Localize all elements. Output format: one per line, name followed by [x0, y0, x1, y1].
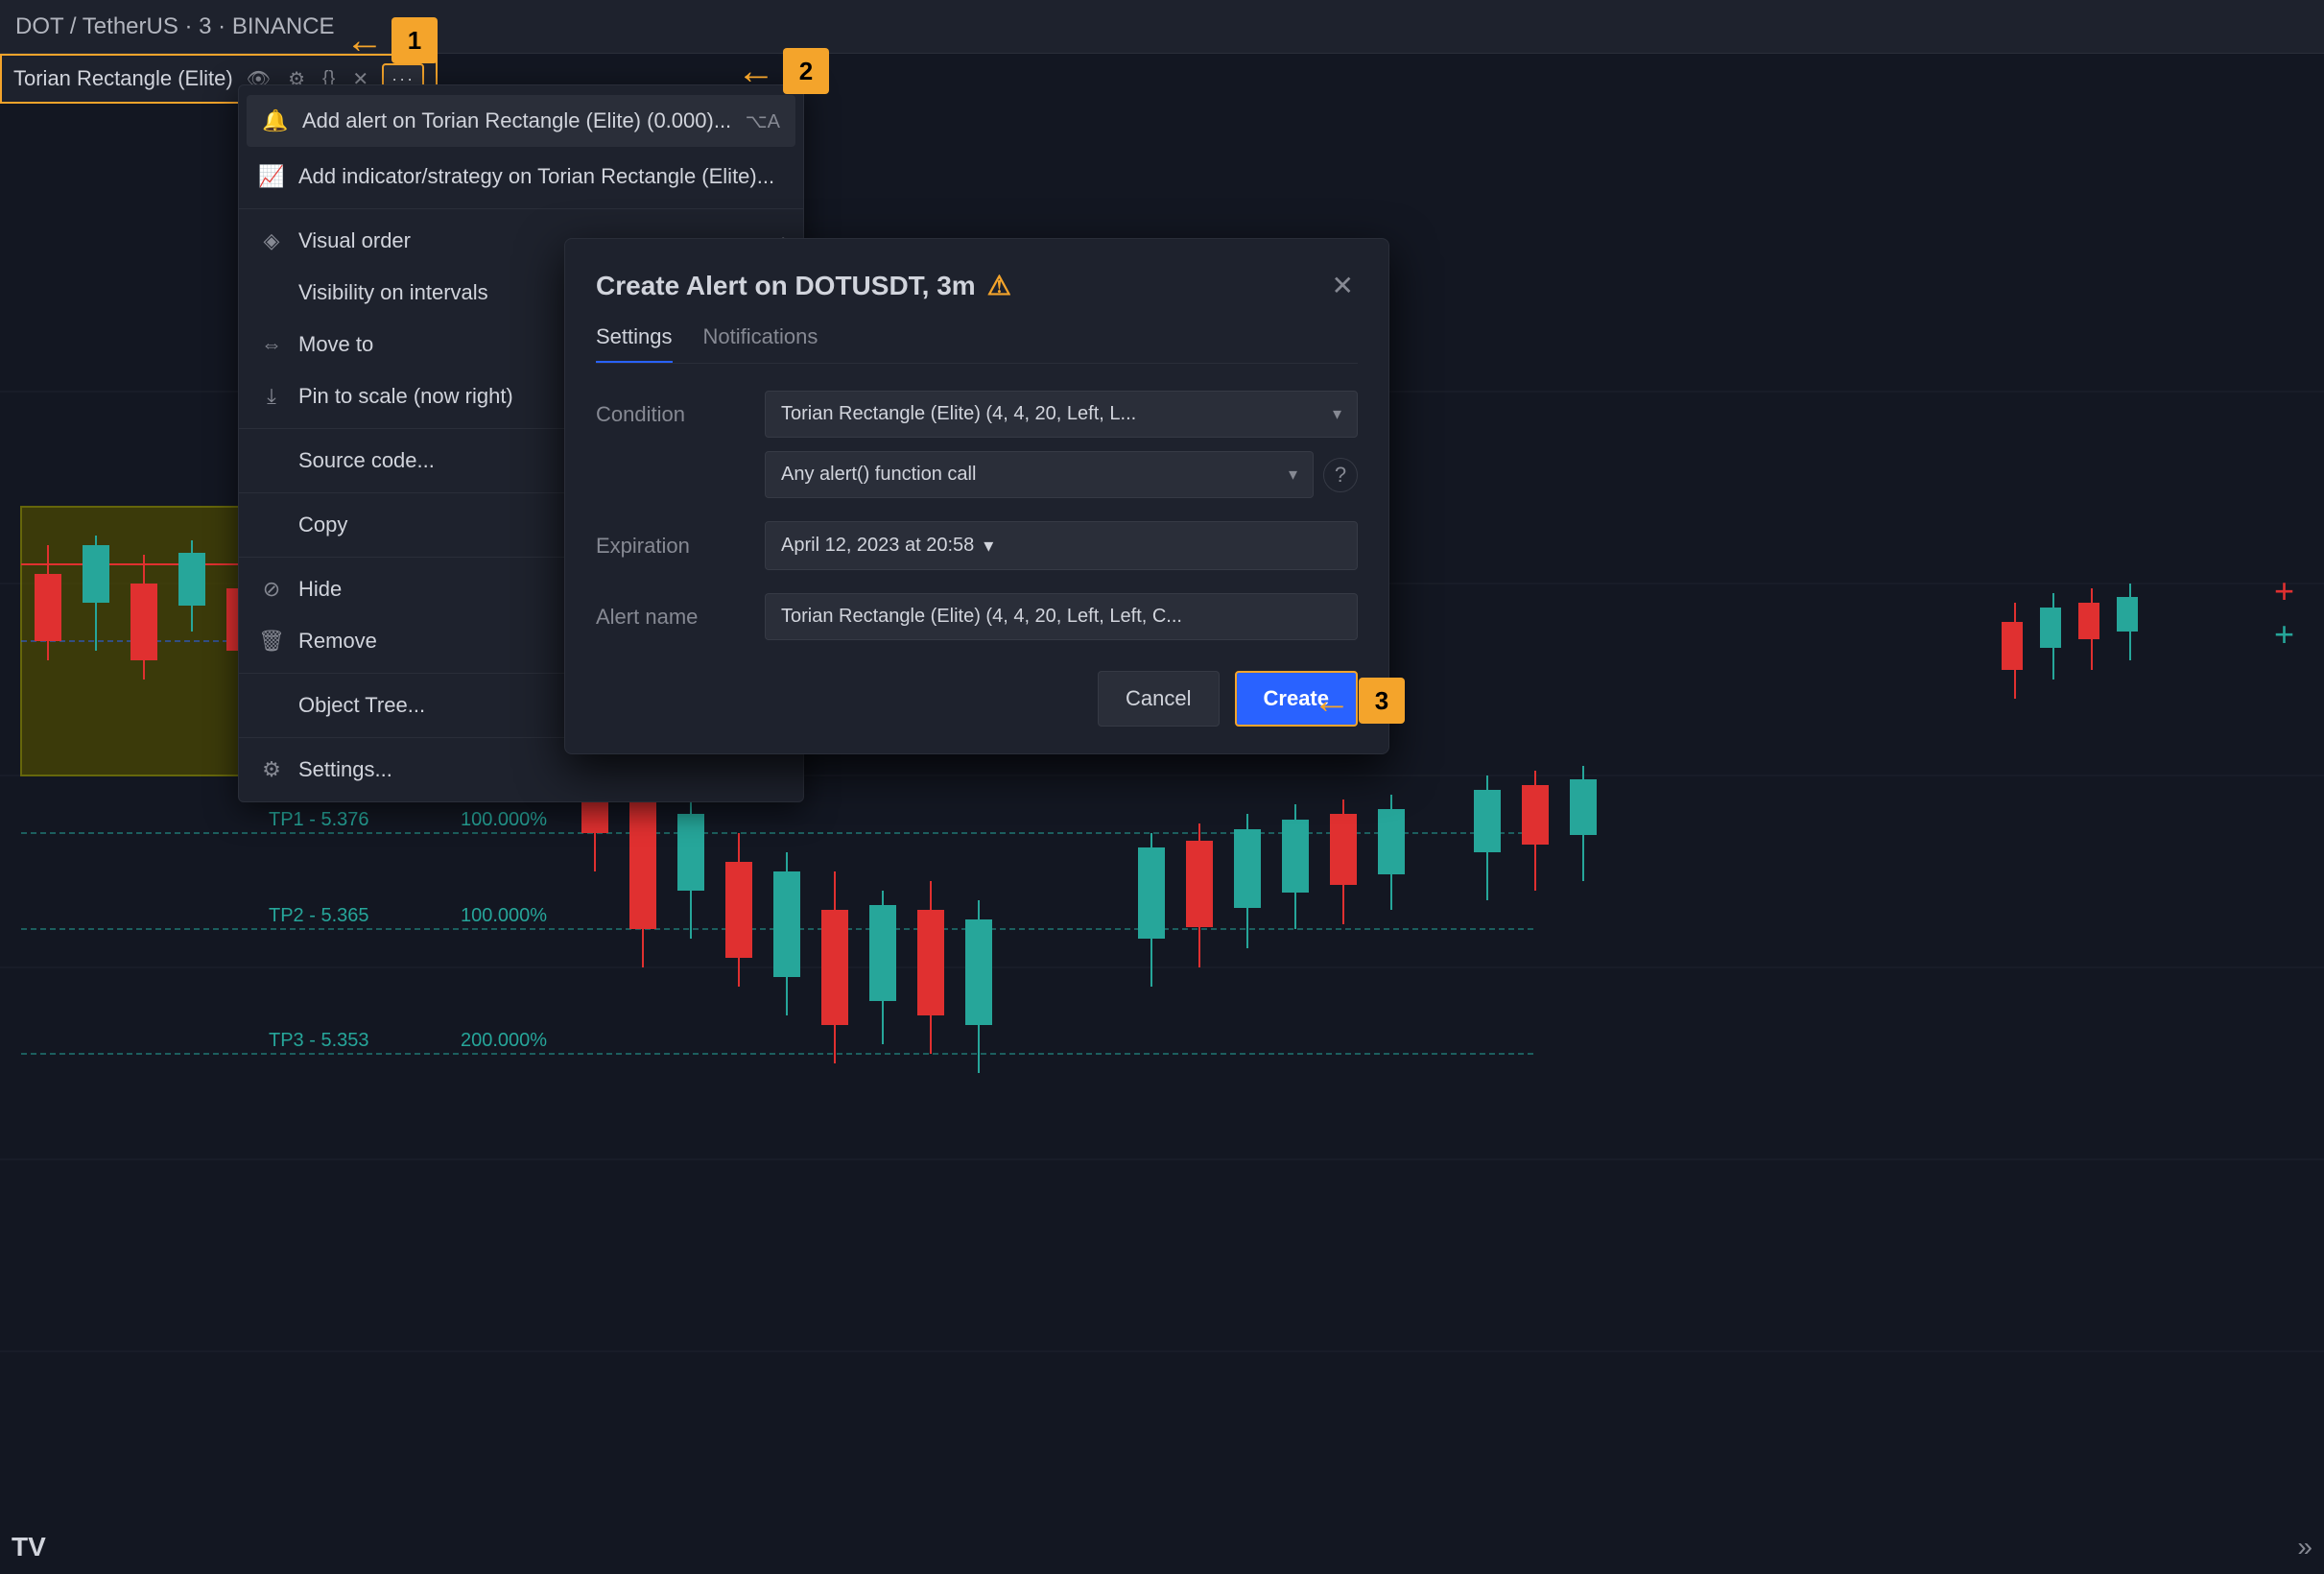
svg-text:100.000%: 100.000%	[461, 905, 547, 926]
svg-text:200.000%: 200.000%	[461, 1030, 547, 1051]
menu-label-add-indicator: Add indicator/strategy on Torian Rectang…	[298, 164, 774, 189]
condition-select[interactable]: Torian Rectangle (Elite) (4, 4, 20, Left…	[765, 391, 1358, 438]
pin-icon: ⤓	[258, 384, 285, 409]
menu-label-object-tree: Object Tree...	[298, 693, 425, 718]
arrow-icon-3: ←	[1313, 681, 1351, 720]
expiration-control: April 12, 2023 at 20:58 ▾	[765, 521, 1358, 570]
annotation-label-1: 1	[391, 17, 438, 63]
chart-title: DOT / TetherUS · 3 · BINANCE	[15, 13, 335, 40]
warning-icon: ⚠	[987, 270, 1011, 301]
shortcut-add-alert: ⌥A	[746, 109, 780, 133]
menu-label-remove: Remove	[298, 629, 377, 654]
annotation-label-2: 2	[783, 48, 829, 94]
menu-label-source-code: Source code...	[298, 448, 435, 473]
chevron-down-icon-2: ▾	[1289, 465, 1297, 485]
alert-name-control: Torian Rectangle (Elite) (4, 4, 20, Left…	[765, 593, 1358, 640]
dialog-tabs: Settings Notifications	[596, 324, 1358, 364]
expiration-label: Expiration	[596, 534, 749, 559]
expiration-select[interactable]: April 12, 2023 at 20:58 ▾	[765, 521, 1358, 570]
arrow-icon: ←	[345, 21, 384, 60]
tv-logo: TV	[12, 1532, 46, 1562]
condition-sub-row: Any alert() function call ▾ ?	[596, 451, 1358, 498]
alert-name-input[interactable]: Torian Rectangle (Elite) (4, 4, 20, Left…	[765, 593, 1358, 640]
menu-label-move-to: Move to	[298, 332, 373, 357]
condition-value: Torian Rectangle (Elite) (4, 4, 20, Left…	[781, 403, 1136, 425]
expiration-value: April 12, 2023 at 20:58	[781, 535, 974, 557]
dialog-title-text: Create Alert on DOTUSDT, 3m	[596, 271, 976, 301]
dialog-close-button[interactable]: ✕	[1328, 266, 1358, 305]
chevron-down-icon-1: ▾	[1333, 404, 1341, 424]
gear-icon: ⚙	[258, 757, 285, 782]
svg-text:100.000%: 100.000%	[461, 809, 547, 830]
annotation-label-3: 3	[1359, 678, 1405, 724]
hide-icon: ⊘	[258, 577, 285, 602]
separator-1	[239, 208, 803, 209]
condition-sub-select[interactable]: Any alert() function call ▾	[765, 451, 1314, 498]
menu-label-visibility: Visibility on intervals	[298, 280, 488, 305]
help-icon[interactable]: ?	[1323, 458, 1358, 492]
cancel-button[interactable]: Cancel	[1098, 671, 1219, 727]
alert-name-label: Alert name	[596, 605, 749, 630]
dialog-header: Create Alert on DOTUSDT, 3m ⚠ ✕	[596, 266, 1358, 305]
move-icon: ⇔	[258, 332, 285, 357]
svg-text:TP1 - 5.376: TP1 - 5.376	[269, 809, 369, 830]
condition-row: Condition Torian Rectangle (Elite) (4, 4…	[596, 391, 1358, 438]
alert-name-row: Alert name Torian Rectangle (Elite) (4, …	[596, 593, 1358, 640]
chevron-down-icon-3: ▾	[984, 534, 993, 558]
annotation-1: ← 1	[345, 17, 438, 63]
svg-text:+: +	[2274, 571, 2294, 610]
menu-label-hide: Hide	[298, 577, 342, 602]
condition-label: Condition	[596, 402, 749, 427]
condition-control: Torian Rectangle (Elite) (4, 4, 20, Left…	[765, 391, 1358, 438]
indicator-name: Torian Rectangle (Elite)	[13, 66, 233, 91]
menu-label-visual-order: Visual order	[298, 228, 411, 253]
svg-text:TP3 - 5.353: TP3 - 5.353	[269, 1030, 369, 1051]
tab-settings[interactable]: Settings	[596, 324, 673, 363]
condition-sub-value: Any alert() function call	[781, 464, 976, 486]
menu-label-settings: Settings...	[298, 757, 392, 782]
dialog-actions: Cancel Create	[596, 671, 1358, 727]
condition-sub-control: Any alert() function call ▾ ?	[765, 451, 1358, 498]
svg-text:+: +	[2274, 614, 2294, 654]
arrow-icon-2: ←	[737, 52, 775, 90]
menu-label-pin-to-scale: Pin to scale (now right)	[298, 384, 513, 409]
alert-icon: 🔔	[262, 108, 289, 133]
expiration-row: Expiration April 12, 2023 at 20:58 ▾	[596, 521, 1358, 570]
dialog-title: Create Alert on DOTUSDT, 3m ⚠	[596, 270, 1011, 301]
layers-icon: ◈	[258, 228, 285, 253]
menu-label-copy: Copy	[298, 513, 347, 537]
nav-arrows[interactable]: »	[2297, 1532, 2312, 1562]
tab-notifications[interactable]: Notifications	[703, 324, 818, 363]
svg-text:TP2 - 5.365: TP2 - 5.365	[269, 905, 369, 926]
indicator-icon: 📈	[258, 164, 285, 189]
annotation-3: ← 3	[1313, 678, 1405, 724]
annotation-2: ← 2	[737, 48, 829, 94]
menu-label-add-alert: Add alert on Torian Rectangle (Elite) (0…	[302, 108, 731, 133]
alert-dialog: Create Alert on DOTUSDT, 3m ⚠ ✕ Settings…	[564, 238, 1389, 754]
menu-item-add-indicator[interactable]: 📈 Add indicator/strategy on Torian Recta…	[239, 151, 803, 203]
trash-icon: 🗑	[258, 629, 285, 654]
menu-item-add-alert[interactable]: 🔔 Add alert on Torian Rectangle (Elite) …	[247, 95, 795, 147]
